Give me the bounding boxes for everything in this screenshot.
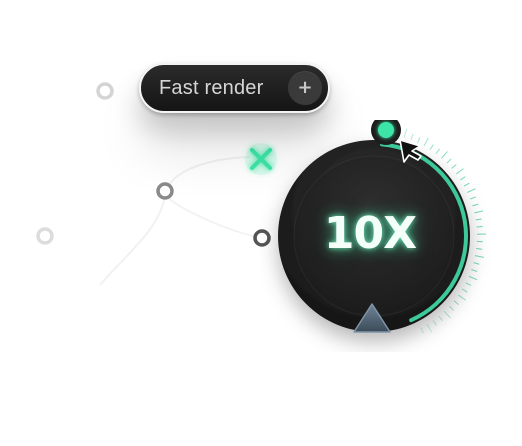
speed-dial[interactable]: 10X	[260, 120, 492, 352]
dial-tick	[472, 203, 479, 207]
dial-tick	[451, 164, 457, 169]
canvas: Fast render + 10X	[0, 0, 522, 446]
dial-tick	[458, 294, 467, 301]
dial-tick	[453, 300, 460, 305]
dial-tick	[474, 210, 484, 214]
fast-render-label: Fast render	[159, 77, 264, 99]
plus-glyph: +	[297, 77, 313, 98]
ring-dot-icon[interactable]	[96, 82, 114, 100]
dial-tick	[438, 315, 443, 322]
dial-tick	[475, 218, 482, 221]
dial-tick	[435, 148, 440, 155]
dial-tick	[463, 182, 470, 187]
dial-tick	[426, 324, 433, 333]
dial-tick	[417, 136, 421, 143]
dial-tick	[475, 255, 485, 258]
dial-tick	[476, 248, 483, 250]
dial-tick	[469, 196, 476, 200]
dial-tick	[423, 137, 429, 147]
dial-tick	[420, 327, 424, 334]
dial-tick	[465, 282, 472, 286]
dial-tick	[429, 144, 434, 150]
dial-tick	[432, 320, 437, 326]
fast-render-button[interactable]: Fast render +	[139, 63, 330, 113]
ring-dot-icon[interactable]	[156, 182, 174, 200]
dial-tick	[410, 134, 414, 141]
connector-line	[164, 194, 263, 239]
connector-line	[99, 156, 251, 286]
dial-tick	[403, 128, 408, 138]
dial-tick	[471, 269, 478, 272]
dial-tick	[467, 188, 476, 193]
dial-tick	[446, 158, 452, 164]
dial-tick	[462, 288, 468, 293]
dial-tick	[455, 168, 464, 175]
dial-tick	[476, 226, 483, 228]
dial-tick	[448, 305, 455, 311]
dial-tick	[441, 151, 448, 159]
dial-tick	[473, 262, 480, 265]
dial-tick	[443, 310, 451, 319]
dial-value-label: 10X	[323, 208, 417, 259]
dial-tick	[468, 275, 478, 281]
plus-icon[interactable]: +	[288, 71, 322, 105]
dial-tick	[460, 176, 466, 181]
ring-dot-icon[interactable]	[36, 227, 54, 245]
